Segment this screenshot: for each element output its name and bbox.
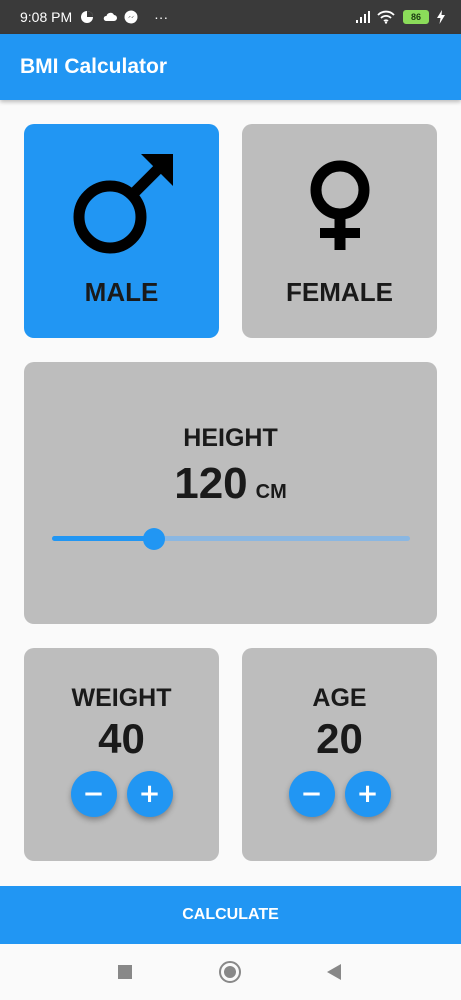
age-value: 20	[316, 715, 363, 762]
home-icon[interactable]	[219, 961, 241, 983]
charging-icon	[437, 10, 445, 24]
female-symbol-icon	[310, 160, 369, 250]
status-time: 9:08 PM	[20, 9, 73, 25]
calculate-button[interactable]: CALCULATE	[0, 886, 461, 944]
messenger-icon	[124, 10, 138, 24]
weight-decrement-button[interactable]: −	[70, 771, 117, 817]
app-notification-icon	[80, 10, 94, 24]
male-label: MALE	[84, 277, 159, 307]
recents-icon[interactable]	[118, 965, 132, 979]
age-card: AGE 20 − +	[242, 648, 437, 861]
female-card[interactable]: FEMALE	[242, 124, 437, 338]
male-symbol-icon	[73, 154, 173, 254]
cloud-icon	[102, 10, 118, 24]
battery-icon: 86	[403, 10, 429, 24]
minus-icon: −	[300, 779, 323, 809]
app-title: BMI Calculator	[20, 55, 168, 78]
height-unit: CM	[255, 481, 287, 503]
wifi-icon	[377, 10, 395, 24]
app-bar: BMI Calculator	[0, 34, 461, 100]
status-bar: 9:08 PM ··· 86	[0, 0, 461, 34]
system-nav-bar	[0, 944, 461, 1000]
height-slider[interactable]	[52, 528, 410, 550]
minus-icon: −	[82, 779, 105, 809]
weight-label: WEIGHT	[71, 684, 172, 712]
weight-increment-button[interactable]: +	[126, 771, 173, 817]
height-label: HEIGHT	[183, 424, 278, 452]
height-value: 120	[174, 459, 248, 508]
height-card: HEIGHT 120 CM	[24, 362, 437, 624]
plus-icon: +	[356, 779, 379, 809]
slider-active-track	[52, 536, 155, 541]
age-decrement-button[interactable]: −	[288, 771, 335, 817]
signal-icon	[355, 10, 370, 24]
age-increment-button[interactable]: +	[344, 771, 391, 817]
weight-card: WEIGHT 40 − +	[24, 648, 219, 861]
female-label: FEMALE	[286, 277, 393, 307]
plus-icon: +	[138, 779, 161, 809]
back-icon[interactable]	[327, 964, 341, 980]
height-value-row: 120 CM	[174, 459, 287, 509]
male-card[interactable]: MALE	[24, 124, 219, 338]
slider-thumb[interactable]	[143, 528, 166, 550]
age-label: AGE	[312, 684, 367, 712]
more-notifications-icon: ···	[154, 9, 169, 25]
weight-value: 40	[98, 715, 145, 762]
